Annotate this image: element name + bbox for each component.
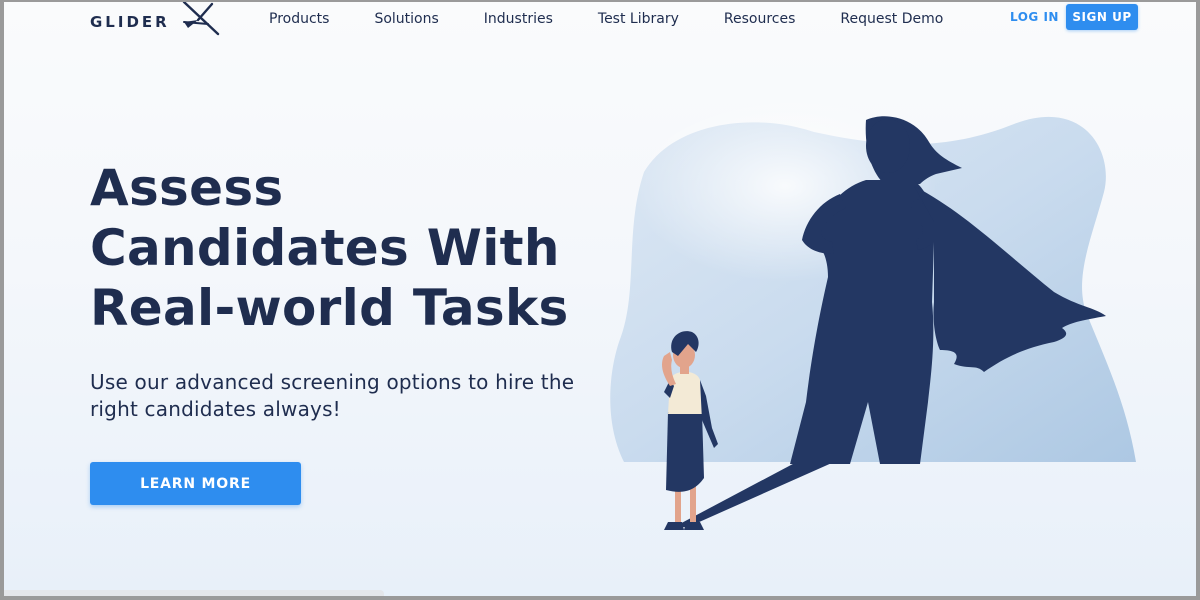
nav-item-request-demo[interactable]: Request Demo bbox=[840, 11, 943, 27]
plane-icon bbox=[178, 2, 224, 42]
main-nav: Products Solutions Industries Test Libra… bbox=[269, 2, 988, 36]
page-frame: GLIDER Products Solutions Industries Tes… bbox=[4, 2, 1196, 596]
brand-logo[interactable]: GLIDER bbox=[90, 2, 224, 42]
nav-item-industries[interactable]: Industries bbox=[484, 11, 553, 27]
learn-more-button[interactable]: LEARN MORE bbox=[90, 462, 301, 505]
hero-subtext: Use our advanced screening options to hi… bbox=[90, 370, 575, 421]
nav-item-solutions[interactable]: Solutions bbox=[374, 11, 438, 27]
hero-illustration bbox=[584, 102, 1144, 546]
horizontal-scrollbar[interactable] bbox=[4, 590, 384, 596]
nav-item-resources[interactable]: Resources bbox=[724, 11, 796, 27]
brand-name: GLIDER bbox=[90, 13, 170, 31]
nav-item-products[interactable]: Products bbox=[269, 11, 329, 27]
login-link[interactable]: LOG IN bbox=[1010, 10, 1059, 24]
nav-item-test-library[interactable]: Test Library bbox=[598, 11, 679, 27]
hero-headline: Assess Candidates With Real-world Tasks bbox=[90, 159, 569, 337]
signup-button[interactable]: SIGN UP bbox=[1066, 4, 1138, 30]
